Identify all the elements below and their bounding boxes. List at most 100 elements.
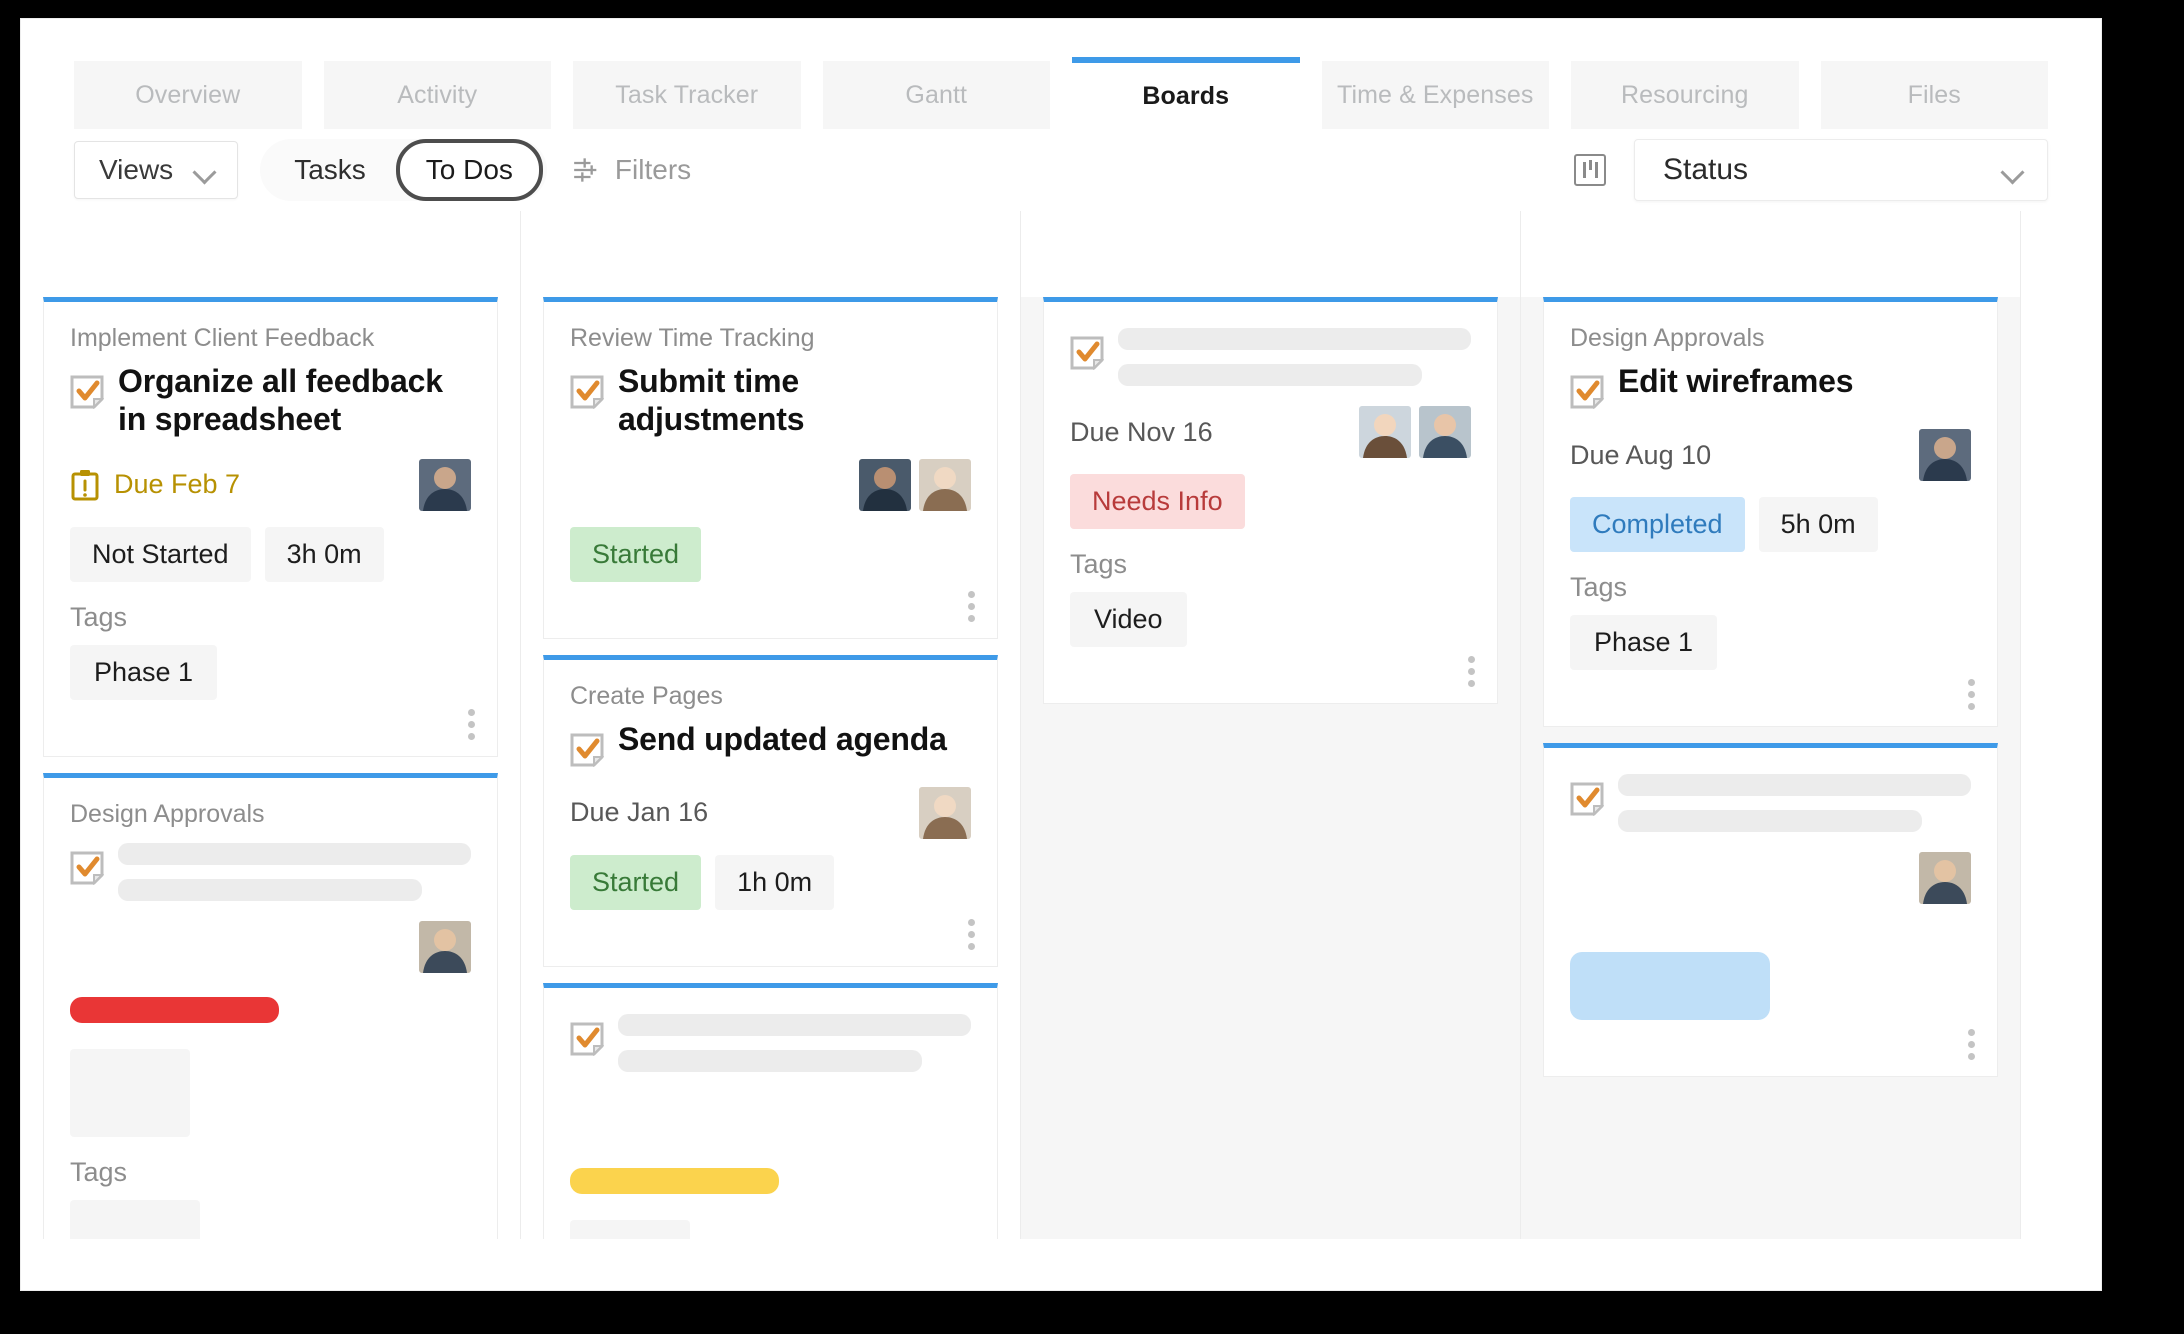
tab-gantt[interactable]: Gantt — [822, 61, 1050, 129]
segment-todos[interactable]: To Dos — [395, 139, 543, 201]
kebab-dot — [968, 918, 975, 926]
card-due-date: Due Aug 10 — [1570, 440, 1711, 471]
tab-label: Time & Expenses — [1337, 80, 1534, 109]
chevron-down-icon — [195, 164, 217, 176]
card-title-row: Submit time adjustments — [570, 363, 971, 439]
skeleton-status-bar — [1570, 952, 1770, 1020]
avatar[interactable] — [1919, 852, 1971, 904]
board-card[interactable]: Design Approvals Edit wireframes Due Aug 1… — [1543, 297, 1998, 727]
board-card[interactable] — [543, 982, 998, 1239]
card-title-row: Send updated agenda — [570, 721, 971, 767]
card-meta-row: Due Feb 7 — [70, 457, 471, 513]
todo-checkbox-icon[interactable] — [570, 375, 604, 409]
column-card-list: Review Time Tracking Submit time adjustme… — [521, 297, 1020, 1239]
status-dropdown[interactable]: Status — [1634, 139, 2048, 201]
avatar[interactable] — [1419, 406, 1471, 458]
avatar[interactable] — [419, 920, 471, 973]
board-column-not-started: Implement Client Feedback Organize all fe… — [21, 211, 521, 1239]
card-status-badge: Not Started — [70, 526, 251, 582]
avatar[interactable] — [859, 458, 911, 511]
avatar[interactable] — [919, 786, 971, 839]
main-tab-bar: Overview Activity Task Tracker Gantt Boards T… — [21, 19, 2101, 129]
avatar[interactable] — [419, 458, 471, 511]
avatar[interactable] — [1359, 406, 1411, 458]
avatar[interactable] — [919, 458, 971, 511]
card-project-name: Design Approvals — [1570, 324, 1765, 352]
card-menu-button[interactable] — [1968, 1029, 1975, 1060]
kebab-dot — [1468, 680, 1475, 687]
column-card-list: Design Approvals Edit wireframes Due Aug 1… — [1521, 297, 2020, 1239]
skeleton-line — [1618, 810, 1922, 832]
card-menu-button[interactable] — [1468, 656, 1475, 687]
card-assignee-avatars — [1359, 406, 1471, 458]
skeleton-status-bar — [70, 996, 279, 1023]
card-badge-row: Needs Info — [1070, 474, 1471, 529]
card-title: Edit wireframes — [1618, 363, 1854, 399]
card-menu-button[interactable] — [1968, 679, 1975, 710]
board-card[interactable]: Design Approvals Tags — [43, 772, 498, 1239]
kebab-dot — [1968, 691, 1975, 698]
board-view-icon[interactable] — [1574, 154, 1606, 186]
views-dropdown[interactable]: Views — [74, 141, 239, 199]
board-card[interactable]: Review Time Tracking Submit time adjustme… — [543, 297, 998, 639]
tab-boards[interactable]: Boards — [1072, 57, 1300, 129]
tab-resourcing[interactable]: Resourcing — [1571, 61, 1799, 129]
avatar[interactable] — [1919, 429, 1971, 481]
segment-tasks[interactable]: Tasks — [264, 143, 396, 197]
todo-checkbox-icon[interactable] — [570, 733, 604, 767]
tab-label: Activity — [397, 80, 478, 109]
card-tag[interactable]: Video — [1070, 592, 1187, 647]
chevron-down-icon — [2003, 164, 2025, 176]
due-date-label: Due Aug 10 — [1570, 439, 1712, 470]
skeleton-title-block — [1118, 324, 1471, 386]
todo-checkbox-icon[interactable] — [1070, 336, 1104, 370]
column-header — [21, 211, 520, 297]
card-title-row — [1070, 324, 1471, 386]
card-menu-button[interactable] — [968, 590, 975, 622]
todo-checkbox-icon[interactable] — [1570, 782, 1604, 816]
tab-task-tracker[interactable]: Task Tracker — [573, 61, 801, 129]
skeleton-title-block — [1618, 770, 1971, 832]
card-title-row — [1570, 770, 1971, 832]
kebab-dot — [1968, 1029, 1975, 1036]
due-date-label: Due Nov 16 — [1070, 416, 1213, 447]
board-card[interactable]: Implement Client Feedback Organize all fe… — [43, 297, 498, 757]
card-project-name: Design Approvals — [70, 799, 265, 828]
card-title-row — [570, 1010, 971, 1072]
todo-checkbox-icon[interactable] — [1570, 375, 1604, 409]
todo-checkbox-icon[interactable] — [70, 851, 104, 885]
tab-files[interactable]: Files — [1820, 61, 2048, 129]
card-meta-row: Due Jan 16 — [570, 785, 971, 841]
card-tag[interactable]: Phase 1 — [70, 644, 218, 700]
board-icon-bar-2 — [1588, 160, 1592, 170]
card-menu-button[interactable] — [468, 708, 475, 740]
filters-button[interactable]: Filters — [573, 154, 691, 186]
column-count-badge — [1067, 232, 1093, 276]
kebab-dot — [468, 732, 475, 740]
kebab-dot — [468, 720, 475, 728]
tab-time-expenses[interactable]: Time & Expenses — [1321, 61, 1549, 129]
due-alert-icon — [71, 469, 99, 500]
board-column-needs-info: Due Nov 16 Needs Info Tags Video — [1021, 211, 1521, 1239]
board-card[interactable]: Due Nov 16 Needs Info Tags Video — [1043, 297, 1498, 704]
board-card[interactable]: Create Pages Send updated agenda Due Jan 1… — [543, 654, 998, 967]
app-window: Overview Activity Task Tracker Gantt Boards T… — [21, 19, 2101, 1290]
card-menu-button[interactable] — [968, 918, 975, 950]
tab-activity[interactable]: Activity — [323, 61, 551, 129]
board-card[interactable] — [1543, 743, 1998, 1077]
board-toolbar: Views Tasks To Dos Filters Status — [21, 129, 2101, 211]
kebab-dot — [1468, 668, 1475, 675]
card-meta-row: Due Aug 10 — [1570, 427, 1971, 483]
card-tag[interactable]: Phase 1 — [1570, 615, 1718, 670]
column-card-list: Implement Client Feedback Organize all fe… — [21, 297, 520, 1239]
card-assignee-avatars — [1919, 429, 1971, 481]
skeleton-line — [1118, 364, 1422, 386]
card-badge-row: Started 1h 0m — [570, 854, 971, 910]
kebab-dot — [1468, 656, 1475, 663]
card-meta-row — [570, 1090, 971, 1146]
card-tags-label: Tags — [70, 601, 128, 632]
tab-overview[interactable]: Overview — [74, 61, 302, 129]
todo-checkbox-icon[interactable] — [70, 375, 104, 409]
card-status-badge: Started — [570, 526, 702, 582]
todo-checkbox-icon[interactable] — [570, 1022, 604, 1056]
